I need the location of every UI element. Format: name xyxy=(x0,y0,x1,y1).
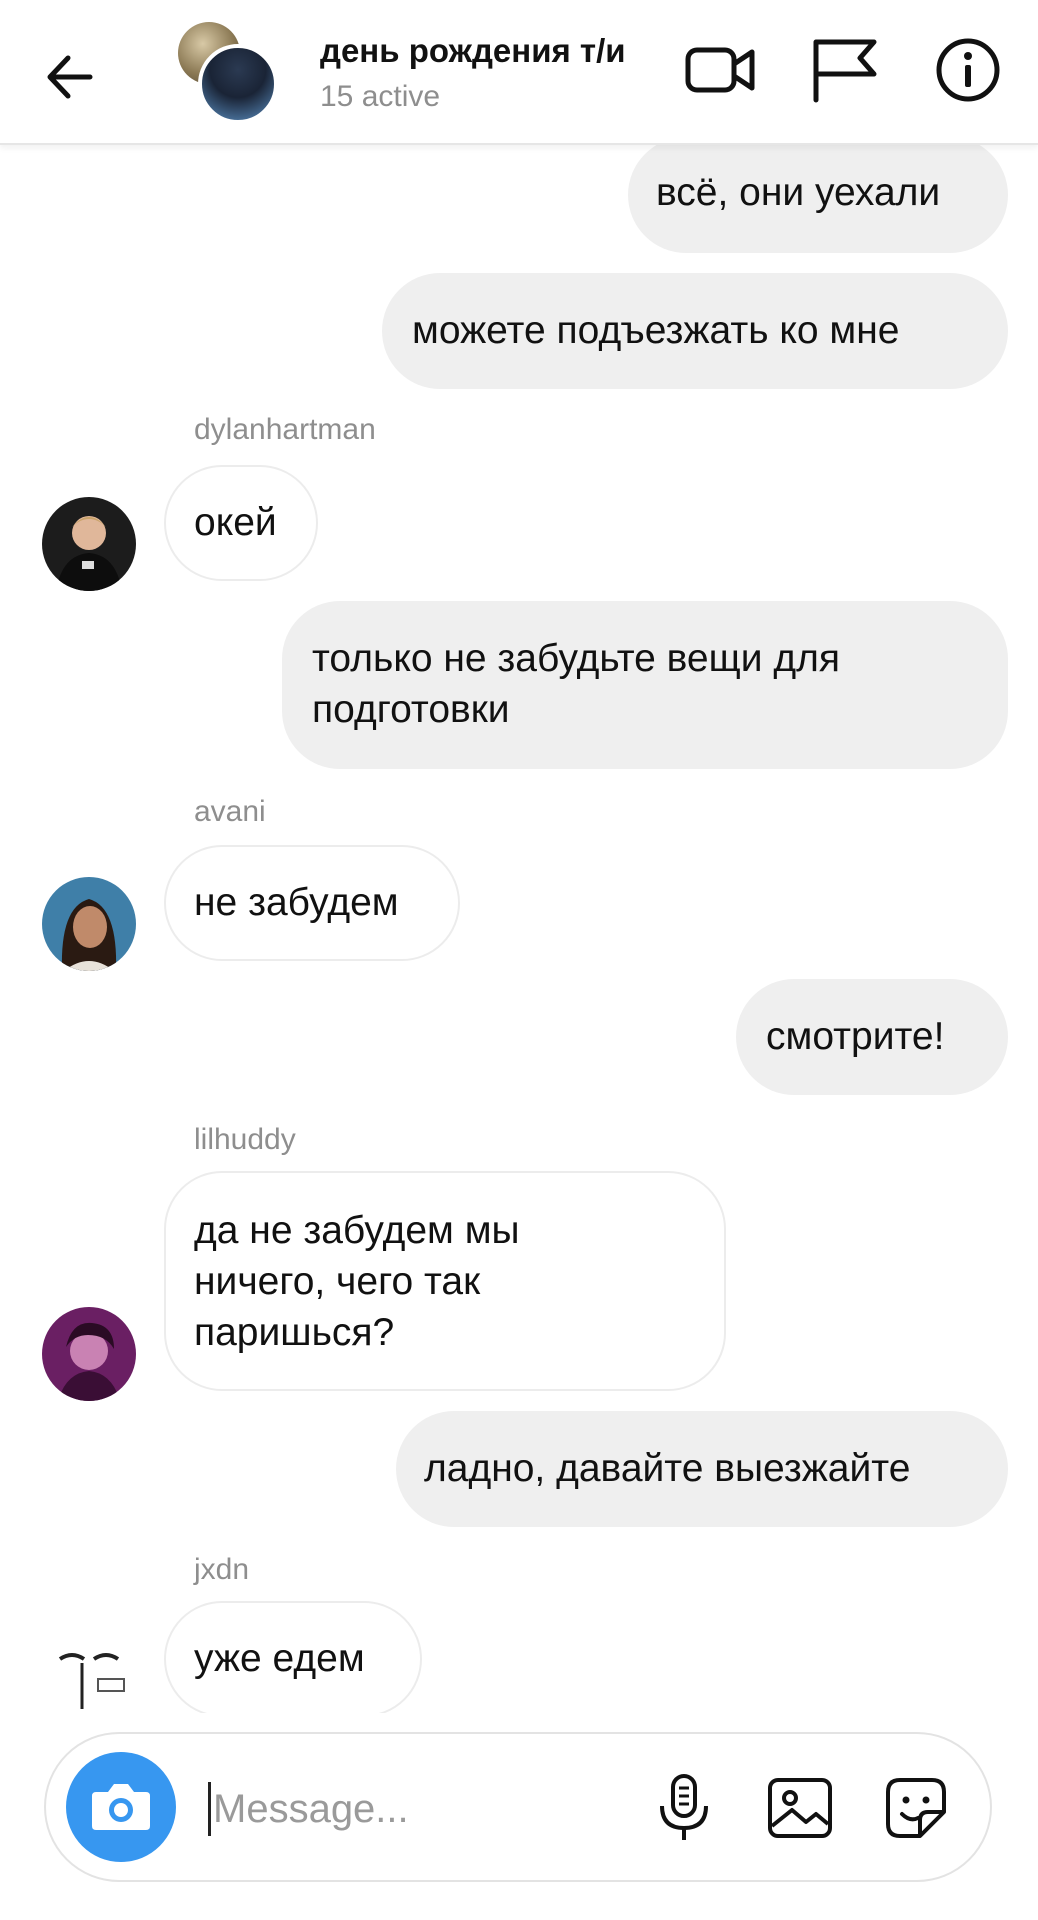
sender-name: jxdn xyxy=(194,1553,250,1586)
group-title[interactable]: день рождения т/и xyxy=(320,32,626,70)
avatar[interactable] xyxy=(42,877,136,971)
message-text: уже едем xyxy=(194,1637,365,1680)
outgoing-message[interactable]: можете подъезжать ко мне xyxy=(382,273,1008,389)
camera-button[interactable] xyxy=(66,1752,176,1862)
message-text: смотрите! xyxy=(766,1015,945,1058)
group-avatar[interactable] xyxy=(178,22,278,124)
avatar-photo xyxy=(42,877,136,971)
incoming-message[interactable]: да не забудем мы ничего, чего так паришь… xyxy=(164,1171,726,1391)
video-call-button[interactable] xyxy=(680,30,760,110)
avatar[interactable] xyxy=(42,1639,136,1713)
avatar-photo xyxy=(42,1639,136,1713)
message-text-line: ничего, чего так xyxy=(194,1260,481,1303)
message-text-line: только не забудьте вещи для xyxy=(312,637,840,680)
flag-icon xyxy=(813,39,877,103)
info-button[interactable] xyxy=(928,30,1008,110)
incoming-message[interactable]: окей xyxy=(164,465,318,581)
message-text: всё, они уехали xyxy=(656,171,941,214)
sender-name: avani xyxy=(194,795,266,828)
incoming-message[interactable]: не забудем xyxy=(164,845,460,961)
video-call-icon xyxy=(685,47,755,93)
message-text-line: да не забудем мы xyxy=(194,1209,520,1252)
voice-message-button[interactable] xyxy=(646,1770,722,1846)
back-button[interactable] xyxy=(40,44,106,110)
outgoing-message[interactable]: ладно, давайте выезжайте xyxy=(396,1411,1008,1527)
chat-header: день рождения т/и 15 active xyxy=(0,0,1038,145)
message-composer xyxy=(44,1732,992,1882)
report-button[interactable] xyxy=(804,30,884,110)
avatar-photo xyxy=(42,497,136,591)
avatar[interactable] xyxy=(42,1307,136,1401)
microphone-icon xyxy=(660,1774,708,1840)
message-text: окей xyxy=(194,501,277,544)
arrow-left-icon xyxy=(47,55,93,99)
outgoing-message[interactable]: смотрите! xyxy=(736,979,1008,1095)
sticker-icon xyxy=(886,1778,946,1838)
gallery-button[interactable] xyxy=(762,1770,838,1846)
sender-name: lilhuddy xyxy=(194,1123,296,1156)
message-text: не забудем xyxy=(194,881,399,924)
incoming-message[interactable]: уже едем xyxy=(164,1601,422,1713)
message-text-line: паришься? xyxy=(194,1311,395,1354)
camera-icon xyxy=(92,1784,150,1830)
outgoing-message[interactable]: всё, они уехали xyxy=(628,143,1008,253)
message-text: ладно, давайте выезжайте xyxy=(424,1447,911,1490)
active-status: 15 active xyxy=(320,80,441,113)
sender-name: dylanhartman xyxy=(194,413,376,446)
gallery-icon xyxy=(768,1778,832,1838)
group-avatar-front xyxy=(198,44,278,124)
sticker-button[interactable] xyxy=(878,1770,954,1846)
info-icon xyxy=(936,38,1000,102)
message-text-line: подготовки xyxy=(312,688,510,731)
outgoing-message[interactable]: только не забудьте вещи для подготовки xyxy=(282,601,1008,769)
avatar-photo xyxy=(42,1307,136,1401)
message-text: можете подъезжать ко мне xyxy=(412,309,900,352)
avatar[interactable] xyxy=(42,497,136,591)
message-thread[interactable]: всё, они уехали можете подъезжать ко мне… xyxy=(0,143,1038,1713)
message-input[interactable] xyxy=(208,1782,635,1836)
